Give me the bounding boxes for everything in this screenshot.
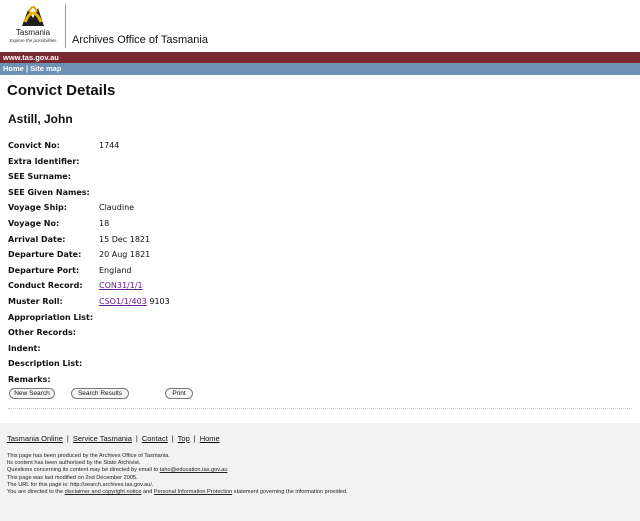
detail-value: Claudine <box>99 203 135 213</box>
gov-url-link[interactable]: www.tas.gov.au <box>3 52 59 63</box>
logo-tagline: Explore the possibilities <box>9 38 57 43</box>
footer-link-service-tasmania[interactable]: Service Tasmania <box>73 434 132 443</box>
footer-line: This page was last modified on 2nd Decem… <box>7 474 138 481</box>
new-search-button[interactable]: New Search <box>9 388 55 399</box>
detail-value: 20 Aug 1821 <box>99 250 151 260</box>
header-divider <box>65 4 66 48</box>
detail-label: SEE Given Names: <box>8 187 90 197</box>
detail-label: Description List: <box>8 359 83 369</box>
tasmania-logo[interactable]: Tasmania Explore the possibilities <box>3 2 63 50</box>
nav-separator: | <box>25 64 29 73</box>
tasmania-logo-icon <box>22 6 44 26</box>
footer-link-contact[interactable]: Contact <box>142 434 168 443</box>
detail-value: England <box>99 265 132 275</box>
footer-privacy-link[interactable]: Personal Information Protection <box>154 489 232 495</box>
footer-disclaimer-link[interactable]: disclaimer and copyright notice <box>65 489 142 495</box>
detail-label: SEE Surname: <box>8 172 71 182</box>
detail-label: Muster Roll: <box>8 296 63 306</box>
footer-link-top[interactable]: Top <box>178 434 190 443</box>
footer-email-link[interactable]: taho@education.tas.gov.au <box>160 467 228 473</box>
detail-label: Departure Port: <box>8 265 80 275</box>
detail-label: Other Records: <box>8 328 76 338</box>
detail-label: Appropriation List: <box>8 312 94 322</box>
footer-text: statement governing the information prov… <box>232 489 348 496</box>
footer-line: You are directed to the disclaimer and c… <box>7 489 348 496</box>
detail-label: Convict No: <box>8 141 60 150</box>
site-header: Tasmania Explore the possibilities Archi… <box>0 0 640 52</box>
print-button[interactable]: Print <box>165 388 193 399</box>
top-nav-bar: Home | Site map <box>0 63 640 75</box>
muster-roll-link[interactable]: CSO1/1/403 <box>99 297 147 306</box>
detail-label: Voyage No: <box>8 218 60 228</box>
top-nav: Home | Site map <box>3 63 61 75</box>
footer-line: Questions concerning its content may be … <box>7 467 348 474</box>
content-divider <box>8 408 632 409</box>
muster-roll-number: 9103 <box>146 296 170 306</box>
search-results-button[interactable]: Search Results <box>71 388 129 399</box>
agency-title: Archives Office of Tasmania <box>72 34 208 46</box>
detail-label: Departure Date: <box>8 250 82 260</box>
page-title: Convict Details <box>7 82 116 99</box>
detail-label: Voyage Ship: <box>8 203 67 213</box>
detail-label: Indent: <box>8 343 41 353</box>
detail-label: Conduct Record: <box>8 281 83 291</box>
nav-home-link[interactable]: Home <box>3 64 24 73</box>
detail-label: Remarks: <box>8 374 51 384</box>
footer-line: This page has been produced by the Archi… <box>7 453 170 459</box>
footer-links: Tasmania Online | Service Tasmania | Contact… <box>7 434 220 443</box>
footer-separator: | <box>193 434 196 443</box>
footer-separator: | <box>66 434 69 443</box>
detail-value: CSO1/1/403 9103 <box>99 297 170 306</box>
detail-label: Arrival Date: <box>8 234 66 244</box>
detail-value: 1744 <box>99 141 120 150</box>
footer-separator: | <box>135 434 138 443</box>
detail-value: 18 <box>99 218 110 228</box>
site-footer: Tasmania Online | Service Tasmania | Contact… <box>0 423 640 521</box>
footer-notice: This page has been produced by the Archi… <box>7 453 348 496</box>
logo-wordmark: Tasmania <box>15 28 51 37</box>
detail-value: CON31/1/1 <box>99 281 143 290</box>
footer-text: and <box>141 489 154 496</box>
footer-separator: | <box>171 434 174 443</box>
footer-line: The URL for this page is: http://search.… <box>7 481 154 488</box>
footer-text: You are directed to the <box>7 489 65 496</box>
detail-value: 15 Dec 1821 <box>99 234 151 244</box>
footer-link-tasmania-online[interactable]: Tasmania Online <box>7 434 63 443</box>
conduct-record-link[interactable]: CON31/1/1 <box>99 281 143 290</box>
gov-url-bar: www.tas.gov.au <box>0 52 640 63</box>
convict-name: Astill, John <box>8 112 73 126</box>
footer-email-prefix: Questions concerning its content may be … <box>7 467 160 474</box>
detail-label: Extra Identifier: <box>8 156 80 166</box>
nav-sitemap-link[interactable]: Site map <box>30 64 61 73</box>
footer-line: Its content has been authorised by the S… <box>7 460 141 467</box>
footer-link-home[interactable]: Home <box>200 434 220 443</box>
